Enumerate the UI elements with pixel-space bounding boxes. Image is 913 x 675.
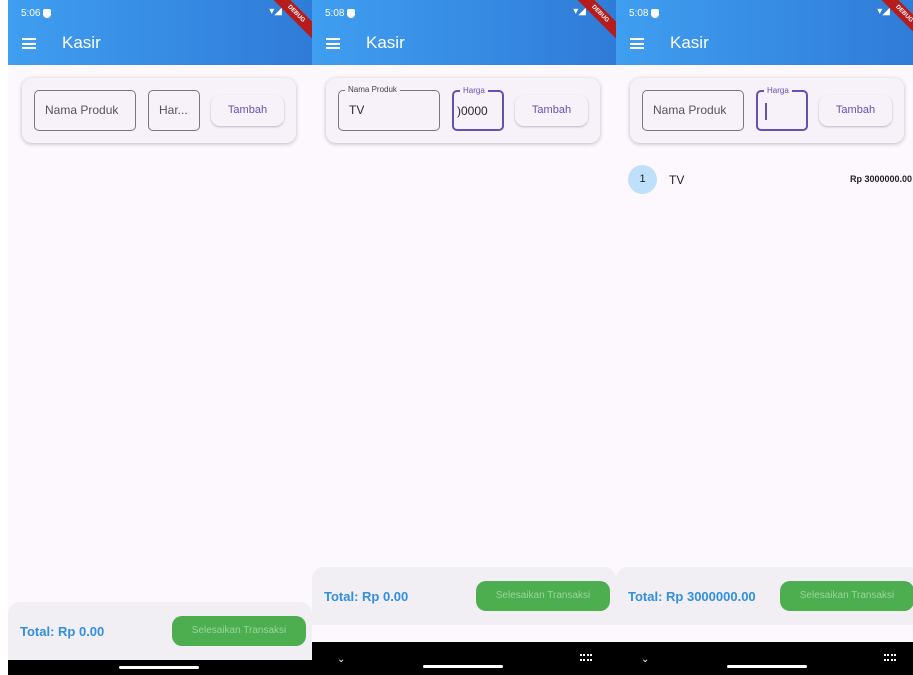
add-button[interactable]: Tambah bbox=[211, 95, 284, 126]
item-price: Rp 3000000.00 bbox=[849, 174, 912, 184]
total-bar: Total: Rp 0.00 Selesaikan Transaksi bbox=[8, 602, 312, 660]
home-indicator[interactable] bbox=[727, 665, 807, 668]
finish-transaction-button[interactable]: Selesaikan Transaksi bbox=[172, 616, 306, 646]
shield-icon bbox=[347, 9, 355, 18]
text-cursor bbox=[765, 103, 767, 120]
item-index-avatar: 1 bbox=[628, 165, 657, 194]
price-placeholder: Har... bbox=[159, 103, 188, 117]
signal-icon: ▾◢ bbox=[269, 6, 282, 17]
menu-icon[interactable] bbox=[326, 38, 340, 49]
product-name-input[interactable]: Nama Produk bbox=[642, 90, 744, 131]
app-bar: 5:06 ▾◢ DEBUG Kasir bbox=[8, 0, 312, 65]
app-title: Kasir bbox=[670, 33, 709, 52]
app-title: Kasir bbox=[366, 33, 405, 52]
product-form-card: Nama Produk Har... Tambah bbox=[22, 78, 296, 143]
total-label: Total: Rp 0.00 bbox=[324, 589, 409, 604]
status-time: 5:06 bbox=[21, 8, 41, 19]
price-label: Harga bbox=[460, 86, 488, 95]
keyboard-icon[interactable] bbox=[580, 654, 592, 661]
menu-icon[interactable] bbox=[22, 38, 36, 49]
product-name-placeholder: Nama Produk bbox=[45, 103, 119, 117]
screen-filled-form: 5:08 ▾◢ DEBUG Kasir Nama Produk TV Harga… bbox=[312, 0, 616, 675]
total-label: Total: Rp 3000000.00 bbox=[628, 589, 756, 604]
home-indicator[interactable] bbox=[423, 665, 503, 668]
signal-icon: ▾◢ bbox=[877, 6, 890, 17]
home-indicator[interactable] bbox=[119, 666, 199, 669]
finish-transaction-button[interactable]: Selesaikan Transaksi bbox=[780, 581, 913, 611]
product-form-card: Nama Produk TV Harga )0000 Tambah bbox=[326, 78, 600, 143]
total-label: Total: Rp 0.00 bbox=[20, 624, 105, 639]
system-nav-bar bbox=[8, 660, 312, 675]
app-bar: 5:08 ▾◢ DEBUG Kasir bbox=[616, 0, 913, 65]
price-input[interactable]: Har... bbox=[148, 90, 200, 131]
total-bar: Total: Rp 0.00 Selesaikan Transaksi bbox=[312, 567, 616, 625]
system-nav-bar: ⌄ bbox=[616, 642, 913, 675]
product-name-input[interactable]: Nama Produk TV bbox=[338, 85, 440, 131]
product-name-input[interactable]: Nama Produk bbox=[34, 90, 136, 131]
item-name: TV bbox=[669, 173, 685, 187]
add-button[interactable]: Tambah bbox=[819, 95, 892, 126]
keyboard-icon[interactable] bbox=[884, 654, 896, 661]
app-title: Kasir bbox=[62, 33, 101, 52]
total-bar: Total: Rp 3000000.00 Selesaikan Transaks… bbox=[616, 567, 913, 625]
product-name-value: TV bbox=[349, 103, 365, 117]
shield-icon bbox=[651, 9, 659, 18]
signal-icon: ▾◢ bbox=[573, 6, 586, 17]
shield-icon bbox=[43, 9, 51, 18]
screen-empty-form: 5:06 ▾◢ DEBUG Kasir Nama Produk Har... T… bbox=[8, 0, 312, 675]
chevron-down-icon[interactable]: ⌄ bbox=[337, 654, 345, 665]
menu-icon[interactable] bbox=[630, 38, 644, 49]
product-name-label: Nama Produk bbox=[345, 85, 400, 94]
product-name-placeholder: Nama Produk bbox=[653, 103, 727, 117]
product-form-card: Nama Produk Harga Tambah bbox=[630, 78, 904, 143]
status-time: 5:08 bbox=[629, 8, 649, 19]
list-item[interactable]: 1 TV Rp 3000000.00 bbox=[616, 162, 913, 198]
screen-with-item: 5:08 ▾◢ DEBUG Kasir Nama Produk Harga Ta… bbox=[616, 0, 913, 675]
system-nav-bar: ⌄ bbox=[312, 642, 616, 675]
finish-transaction-button[interactable]: Selesaikan Transaksi bbox=[476, 581, 610, 611]
price-input[interactable]: Harga )0000 bbox=[452, 86, 504, 131]
status-time: 5:08 bbox=[325, 8, 345, 19]
price-label: Harga bbox=[764, 86, 792, 95]
price-input[interactable]: Harga bbox=[756, 86, 808, 131]
add-button[interactable]: Tambah bbox=[515, 95, 588, 126]
app-bar: 5:08 ▾◢ DEBUG Kasir bbox=[312, 0, 616, 65]
chevron-down-icon[interactable]: ⌄ bbox=[641, 654, 649, 665]
price-value: )0000 bbox=[457, 104, 488, 118]
